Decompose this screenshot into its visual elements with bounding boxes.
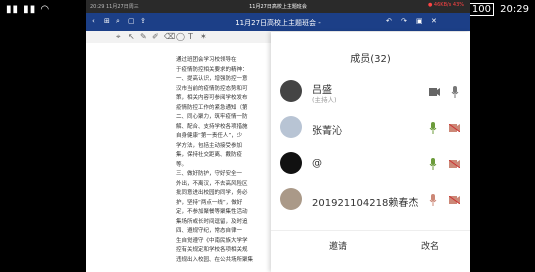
marker-icon[interactable]: ✐	[152, 32, 159, 41]
member-panel-title: 成员(32)	[350, 54, 391, 65]
member-name: 201921104218赖春杰	[312, 198, 419, 209]
invite-button[interactable]: 邀请	[329, 239, 347, 252]
avatar	[280, 116, 302, 138]
right-letterbox	[470, 20, 535, 272]
document-line: 二、同心聚力，筑牢疫情一防	[176, 114, 248, 120]
document-line: 集，保持社交距离、戴防疫	[176, 152, 243, 158]
document-line: 疫情防控工作的紧急通知（第	[176, 104, 248, 111]
panel-actions: 邀请 改名	[271, 230, 470, 257]
save-icon[interactable]: ▣	[416, 17, 423, 25]
mic-active-icon[interactable]	[429, 122, 437, 134]
text-icon[interactable]: T	[188, 32, 193, 41]
mic-active-icon[interactable]	[429, 158, 437, 170]
signal-wifi-icons: ▮▮ ▮▮ ◠	[6, 4, 51, 15]
avatar	[280, 152, 302, 174]
member-panel: 成员(32) 吕盛 (主持人) 张菁沁 @ 201921104218赖春杰 邀请…	[271, 32, 470, 272]
document-line: 策，相关内容可参阅学校发布	[176, 95, 248, 101]
document-line: 解、配合、支持学校各项措施	[176, 123, 248, 130]
avatar	[280, 80, 302, 102]
phone-status-title: 11月27日高校上主题班会	[249, 4, 307, 10]
member-name: @	[312, 158, 322, 169]
document-line: 批同意进出校园的同学，务必	[176, 190, 248, 196]
document-line: 护，坚持“两点一线”，做好	[176, 199, 243, 206]
document-line: 四、遵规守纪，常态自律一	[176, 228, 243, 234]
member-role: (主持人)	[312, 96, 337, 104]
camera-off-icon[interactable]	[449, 160, 460, 168]
undo-icon[interactable]: ↶	[386, 17, 392, 25]
document-line: 控有关规定和学校各项相关规	[176, 247, 248, 253]
eraser-icon[interactable]: ⌫	[164, 32, 175, 41]
member-name: 张菁沁	[312, 126, 342, 137]
mic-icon[interactable]	[451, 86, 459, 98]
phone-screen: 20:29 11月27日周三 11月27日高校上主题班会 ● 46KB/s 43…	[86, 0, 470, 272]
clock: 20:29	[500, 4, 529, 15]
document-line: 定，不参加聚餐等聚集性活动	[176, 209, 248, 215]
phone-status-bar: 20:29 11月27日周三 11月27日高校上主题班会 ● 46KB/s 43…	[86, 0, 470, 13]
member-row[interactable]: @	[271, 146, 470, 180]
member-row[interactable]: 201921104218赖春杰	[271, 182, 470, 216]
cursor-icon[interactable]: ↖	[128, 32, 135, 41]
member-row[interactable]: 吕盛 (主持人)	[271, 74, 470, 108]
document-line: 生自觉遵守《中南民族大学学	[176, 237, 248, 244]
phone-status-right: ● 46KB/s 43%	[427, 2, 464, 8]
pen-icon[interactable]: ✎	[140, 32, 147, 41]
document-line: 三、做好防护，守好安全一	[176, 171, 243, 177]
document-line: 学方法，包括主动接受参加	[176, 142, 243, 149]
document-line: 汉市当前的疫情防控态势和可	[176, 85, 248, 92]
laser-icon[interactable]: ✶	[200, 32, 207, 41]
rename-button[interactable]: 改名	[421, 239, 439, 252]
select-icon[interactable]: ⌖	[116, 32, 121, 42]
document-line: 自身健康“第一责任人”，少	[176, 133, 243, 139]
shape-icon[interactable]: ◯	[176, 32, 185, 41]
member-row[interactable]: 张菁沁	[271, 110, 470, 144]
document-line: 外出，不离汉，不去高风险区	[176, 180, 248, 187]
document-title: 11月27日高校上主题班会 -	[235, 19, 321, 27]
close-icon[interactable]: ✕	[431, 17, 437, 25]
battery-level: 100	[468, 3, 494, 16]
document-line: 违规出入校园、在公共场所聚集	[176, 256, 254, 263]
camera-off-icon[interactable]	[449, 124, 460, 132]
document-line: 于疫情防控相关要求的精神：	[176, 66, 248, 73]
document-line: 通过班团会学习校领导在	[176, 57, 237, 63]
camera-on-icon[interactable]	[429, 88, 440, 96]
document-line: 等。	[176, 161, 188, 168]
document-line: 集场所或长时间逗留，及时追	[176, 218, 248, 225]
camera-off-icon[interactable]	[449, 196, 460, 204]
document-navbar: ‹ ⊞ ⌕ ▢ ⇪ 11月27日高校上主题班会 - ↶ ↷ ▣ ✕	[86, 13, 470, 31]
redo-icon[interactable]: ↷	[401, 17, 407, 25]
avatar	[280, 188, 302, 210]
mic-icon[interactable]	[429, 194, 437, 206]
document-line: 一、提高认识，增强防控一意	[176, 76, 248, 82]
